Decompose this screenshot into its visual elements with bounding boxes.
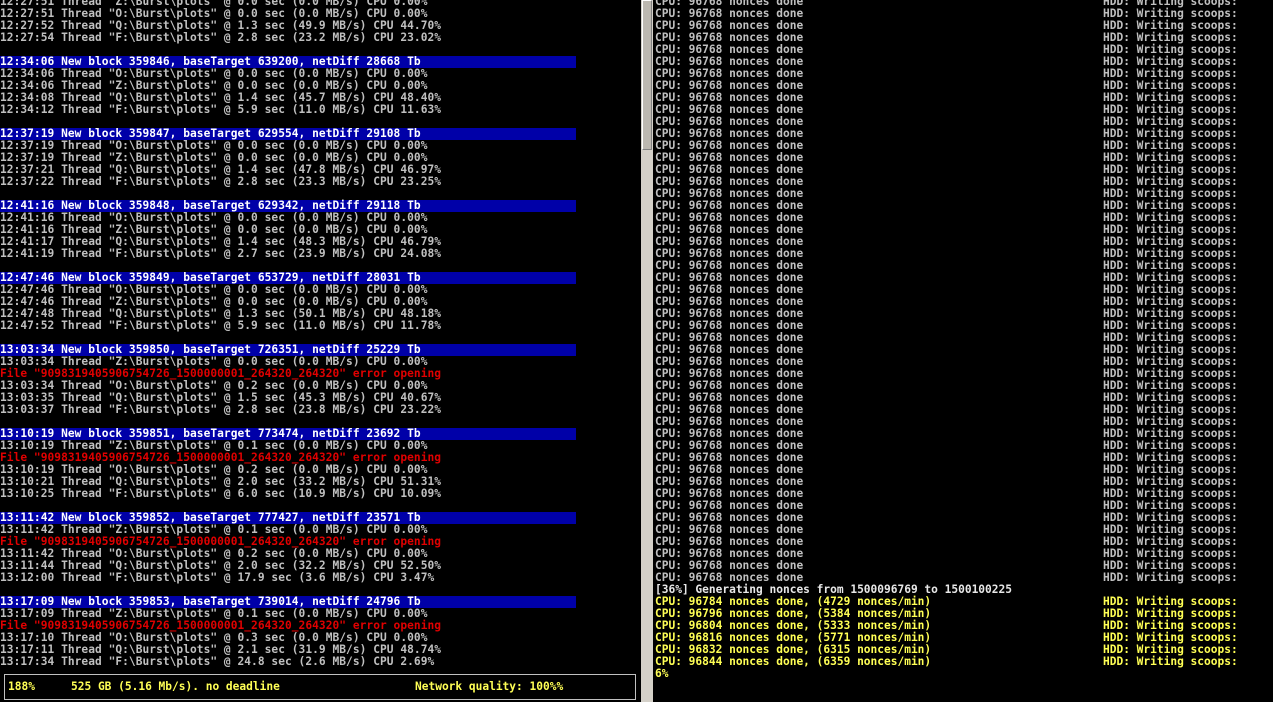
cpu-status: CPU: 96844 nonces done, (6359 nonces/min… [655,655,932,668]
cpu-status: 6% [655,667,669,680]
scrollbar-thumb[interactable] [642,0,652,150]
thread-log-line: 13:10:25 Thread "F:\Burst\plots" @ 6.0 s… [0,487,442,500]
thread-log-line: 13:03:37 Thread "F:\Burst\plots" @ 2.8 s… [0,403,442,416]
thread-log-line: 12:41:19 Thread "F:\Burst\plots" @ 2.7 s… [0,247,442,260]
console-splitter-scrollbar[interactable] [641,0,653,702]
status-percent: 188% [8,680,35,693]
thread-log-line: 13:12:00 Thread "F:\Burst\plots" @ 17.9 … [0,571,435,584]
hdd-status: HDD: Writing scoops: [1103,655,1245,668]
thread-log-line: 12:37:22 Thread "F:\Burst\plots" @ 2.8 s… [0,175,442,188]
thread-log-line: 12:47:52 Thread "F:\Burst\plots" @ 5.9 s… [0,319,442,332]
miner-status-bar: 188% 525 GB (5.16 Mb/s). no deadline Net… [4,674,636,700]
plot-percent-line: 6% [655,668,1273,680]
miner-log: 12:27:51 Thread "Z:\Burst\plots" @ 0.0 s… [0,0,576,668]
plotter-log: CPU: 96768 nonces done HDD: Writing scoop… [655,0,1273,680]
thread-log-line: 13:17:34 Thread "F:\Burst\plots" @ 24.8 … [0,655,435,668]
thread-log-line: 12:34:12 Thread "F:\Burst\plots" @ 5.9 s… [0,103,442,116]
thread-log-line: 12:27:54 Thread "F:\Burst\plots" @ 2.8 s… [0,31,442,44]
plotter-console: CPU: 96768 nonces done HDD: Writing scoop… [653,0,1273,702]
hdd-status: HDD: Writing scoops: [1103,571,1245,584]
miner-console: 12:27:51 Thread "Z:\Burst\plots" @ 0.0 s… [0,0,641,702]
status-network-quality: Network quality: 100%% [415,680,564,693]
status-plot-size: 525 GB (5.16 Mb/s). no deadline [71,680,280,693]
nonce-rate-line: CPU: 96844 nonces done, (6359 nonces/min… [655,656,1273,668]
